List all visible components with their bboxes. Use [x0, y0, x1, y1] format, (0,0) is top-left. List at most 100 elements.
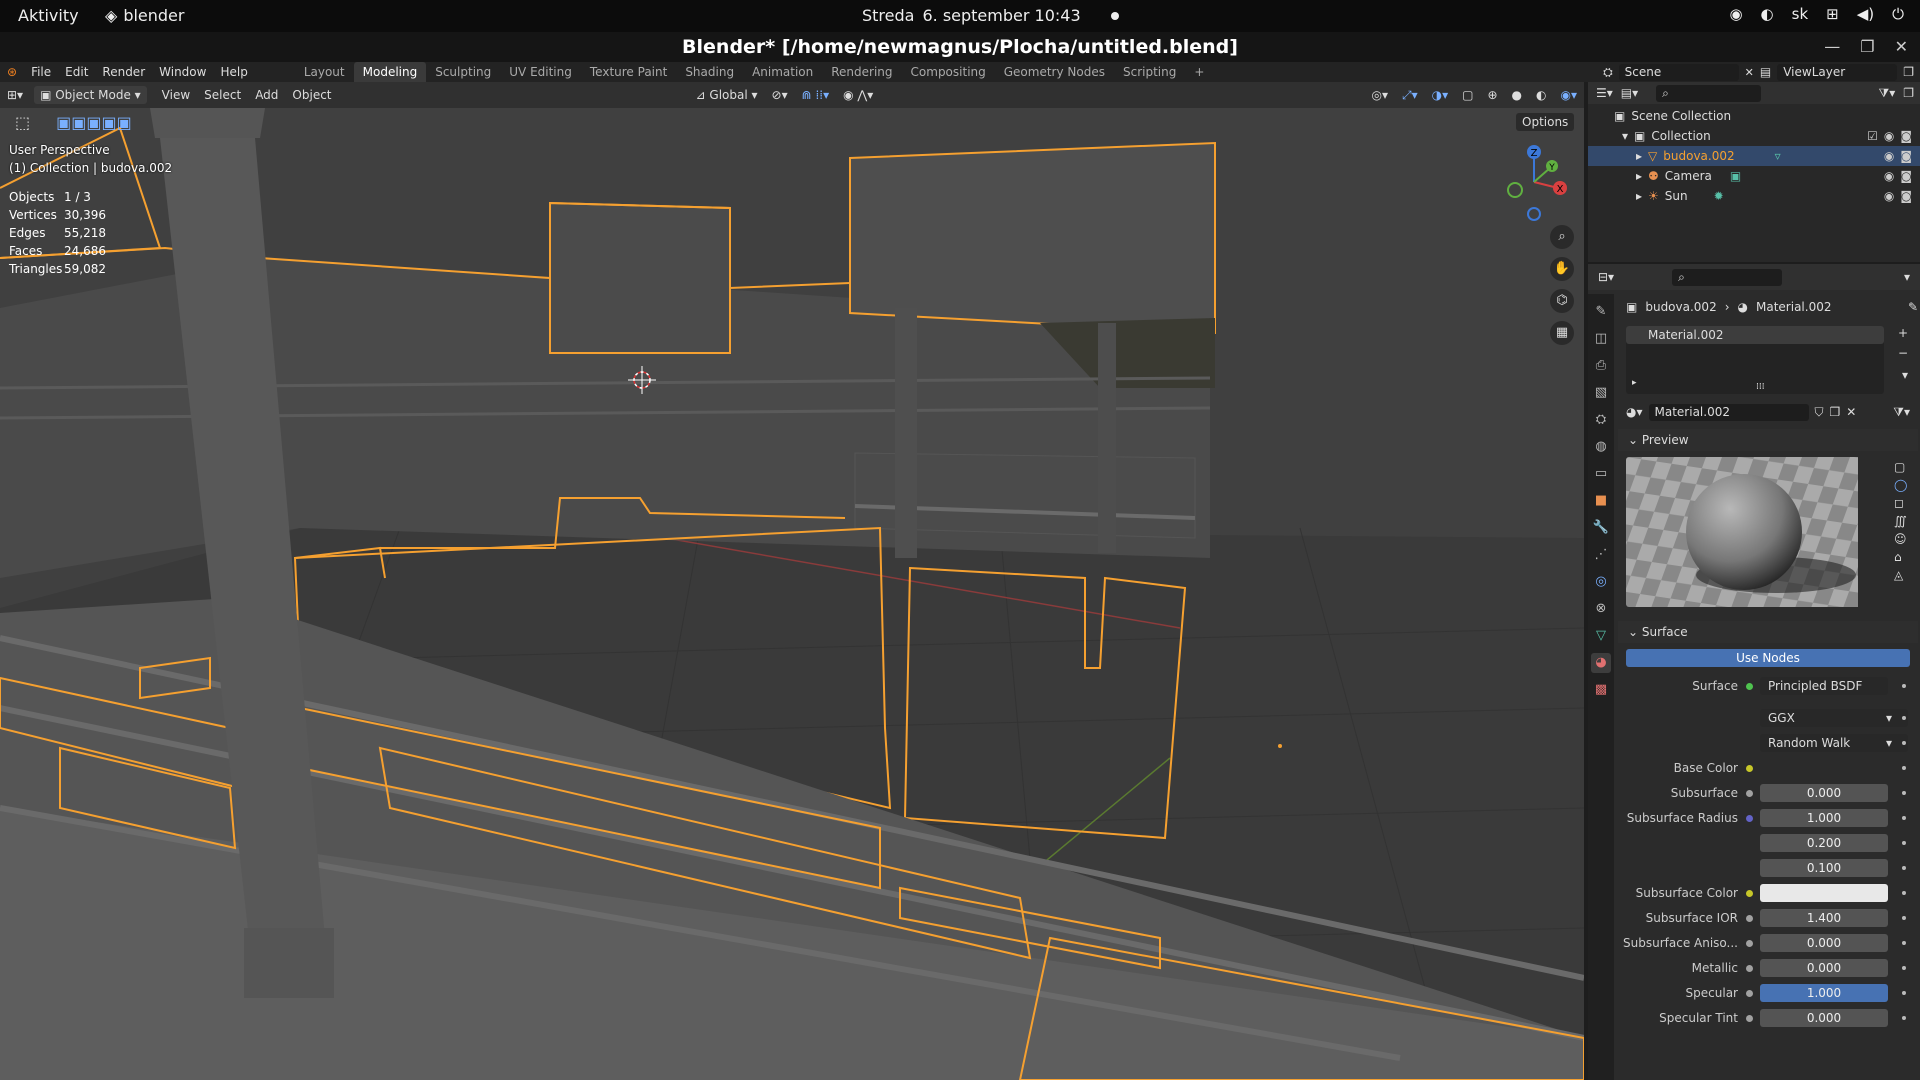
visibility-icon[interactable]: ◎▾ [1365, 88, 1396, 102]
filter-icon[interactable]: ⧩▾ [1879, 86, 1896, 101]
blender-logo-icon[interactable]: ⊛ [0, 65, 24, 79]
outliner-item-budova[interactable]: ▸ ▽ budova.002 ▿ ◉ ◙ [1588, 146, 1920, 166]
keyframe-dot-icon[interactable] [1902, 816, 1906, 820]
use-nodes-button[interactable]: Use Nodes [1626, 649, 1910, 667]
activities-button[interactable]: Aktivity [18, 6, 79, 25]
tab-layout[interactable]: Layout [295, 62, 354, 82]
material-name-field[interactable]: Material.002 [1648, 403, 1809, 421]
object-tab-icon[interactable]: ■ [1591, 491, 1611, 511]
expand-arrow-icon[interactable]: ▸ [1636, 169, 1642, 183]
scene-tab-icon[interactable]: ⛭ [1591, 410, 1611, 430]
properties-editor-icon[interactable]: ⊟▾ [1598, 270, 1614, 284]
keyframe-dot-icon[interactable] [1902, 791, 1906, 795]
socket-icon[interactable] [1746, 682, 1753, 690]
preview-monkey-icon[interactable]: ☺ [1894, 532, 1907, 546]
camera-icon[interactable]: ◙ [1900, 129, 1912, 143]
keyframe-dot-icon[interactable] [1902, 766, 1906, 770]
keyframe-dot-icon[interactable] [1902, 916, 1906, 920]
camera-icon[interactable]: ◙ [1900, 149, 1912, 163]
minimize-icon[interactable]: — [1824, 32, 1840, 62]
eye-icon[interactable]: ◉ [1884, 129, 1894, 143]
clock[interactable]: Streda 6. september 10:43 [862, 6, 1119, 25]
checkbox-icon[interactable]: ☑ [1867, 129, 1878, 143]
output-tab-icon[interactable]: ⎙ [1591, 356, 1611, 376]
menu-view[interactable]: View [155, 88, 197, 102]
tab-uv-editing[interactable]: UV Editing [500, 62, 581, 82]
maximize-icon[interactable]: ❐ [1860, 32, 1874, 62]
steam-icon[interactable]: ◐ [1761, 5, 1774, 23]
property-number-field[interactable]: 0.000 [1760, 934, 1888, 952]
socket-icon[interactable] [1746, 889, 1753, 897]
data-tab-icon[interactable]: ▽ [1591, 626, 1611, 646]
tool-tab-icon[interactable]: ✎ [1591, 302, 1611, 322]
keyframe-dot-icon[interactable] [1902, 966, 1906, 970]
zoom-icon[interactable]: ⌕ [1550, 225, 1574, 249]
preview-panel-header[interactable]: ⌄ Preview [1618, 429, 1918, 451]
gizmo-toggle-icon[interactable]: ⤢▾ [1395, 88, 1425, 103]
keyframe-dot-icon[interactable] [1902, 866, 1906, 870]
viewlayer-name-field[interactable]: ViewLayer [1777, 63, 1898, 81]
preview-hair-icon[interactable]: ∭ [1894, 514, 1907, 528]
shading-wireframe-icon[interactable]: ⊕ [1480, 88, 1504, 102]
world-tab-icon[interactable]: ◍ [1591, 437, 1611, 457]
new-collection-icon[interactable]: ❐ [1903, 86, 1920, 100]
light-data-icon[interactable]: ✹ [1714, 189, 1724, 203]
tab-texture-paint[interactable]: Texture Paint [581, 62, 676, 82]
property-number-field[interactable]: 1.000 [1760, 809, 1888, 827]
material-slot-list[interactable]: Material.002 ▸ ⁞⁞⁞ + − ▾ [1626, 326, 1908, 394]
tab-animation[interactable]: Animation [743, 62, 822, 82]
preview-fluid-icon[interactable]: ◬ [1894, 568, 1907, 582]
menu-select[interactable]: Select [197, 88, 248, 102]
volume-icon[interactable]: ◀) [1857, 5, 1874, 23]
socket-icon[interactable] [1746, 789, 1753, 797]
texture-tab-icon[interactable]: ▩ [1591, 680, 1611, 700]
outliner-collection[interactable]: ▾ ▣ Collection ☑ ◉ ◙ [1588, 126, 1920, 146]
unlink-material-icon[interactable]: ✕ [1846, 405, 1856, 419]
resize-grip-icon[interactable]: ⁞⁞⁞ [1756, 382, 1765, 392]
material-slot-item[interactable]: Material.002 [1626, 326, 1884, 344]
preview-cloth-icon[interactable]: ⌂ [1894, 550, 1907, 564]
expand-arrow-icon[interactable]: ▸ [1636, 149, 1642, 163]
fake-user-icon[interactable]: ⛉ [1815, 405, 1824, 420]
outliner-item-sun[interactable]: ▸ ☀ Sun ✹ ◉ ◙ [1588, 186, 1920, 206]
menu-render[interactable]: Render [95, 65, 152, 79]
pin-icon[interactable]: ✎ [1908, 300, 1918, 314]
display-mode-icon[interactable]: ▤▾ [1621, 86, 1638, 100]
socket-icon[interactable] [1746, 914, 1753, 922]
keyframe-dot-icon[interactable] [1902, 991, 1906, 995]
tab-geometry-nodes[interactable]: Geometry Nodes [995, 62, 1114, 82]
select-tool-icon[interactable]: ⬚ [8, 113, 37, 132]
pivot-icon[interactable]: ⊘▾ [765, 88, 795, 102]
keyframe-dot-icon[interactable] [1902, 841, 1906, 845]
color-swatch[interactable] [1760, 884, 1888, 902]
collection-tab-icon[interactable]: ▭ [1591, 464, 1611, 484]
render-tab-icon[interactable]: ◫ [1591, 329, 1611, 349]
close-icon[interactable]: ✕ [1895, 32, 1908, 62]
outliner-item-camera[interactable]: ▸ ⚉ Camera ▣ ◉ ◙ [1588, 166, 1920, 186]
system-tray[interactable]: ◉ ◐ sk ⊞ ◀) ⏻ [1729, 5, 1904, 23]
options-button[interactable]: Options [1516, 113, 1575, 131]
eye-icon[interactable]: ◉ [1884, 149, 1894, 163]
outliner-editor-icon[interactable]: ☰▾ [1596, 86, 1613, 100]
slot-menu-icon[interactable]: ▾ [1902, 368, 1908, 382]
menu-object[interactable]: Object [285, 88, 338, 102]
scene-icon[interactable]: ⛭ [1603, 65, 1613, 80]
property-number-field[interactable]: 1.400 [1760, 909, 1888, 927]
keyboard-layout[interactable]: sk [1792, 5, 1809, 23]
menu-add[interactable]: Add [248, 88, 285, 102]
eye-icon[interactable]: ◉ [1884, 169, 1894, 183]
physics-tab-icon[interactable]: ◎ [1591, 572, 1611, 592]
tab-sculpting[interactable]: Sculpting [426, 62, 500, 82]
add-workspace-icon[interactable]: + [1185, 62, 1213, 82]
viewlayer-icon[interactable]: ▤ [1760, 65, 1771, 79]
mesh-data-icon[interactable]: ▿ [1775, 149, 1781, 163]
expand-arrow-icon[interactable]: ▸ [1632, 378, 1637, 388]
shading-material-icon[interactable]: ◐ [1529, 88, 1553, 102]
preview-cube-icon[interactable]: ◻ [1894, 496, 1907, 510]
shader-selector[interactable]: Principled BSDF [1760, 677, 1888, 695]
properties-search-input[interactable]: ⌕ [1672, 268, 1783, 286]
viewlayer-new-icon[interactable]: ❐ [1903, 65, 1920, 79]
property-number-field[interactable]: 0.000 [1760, 959, 1888, 977]
navigation-gizmo[interactable]: Z X Y [1500, 142, 1570, 226]
keyframe-dot-icon[interactable] [1902, 716, 1906, 720]
